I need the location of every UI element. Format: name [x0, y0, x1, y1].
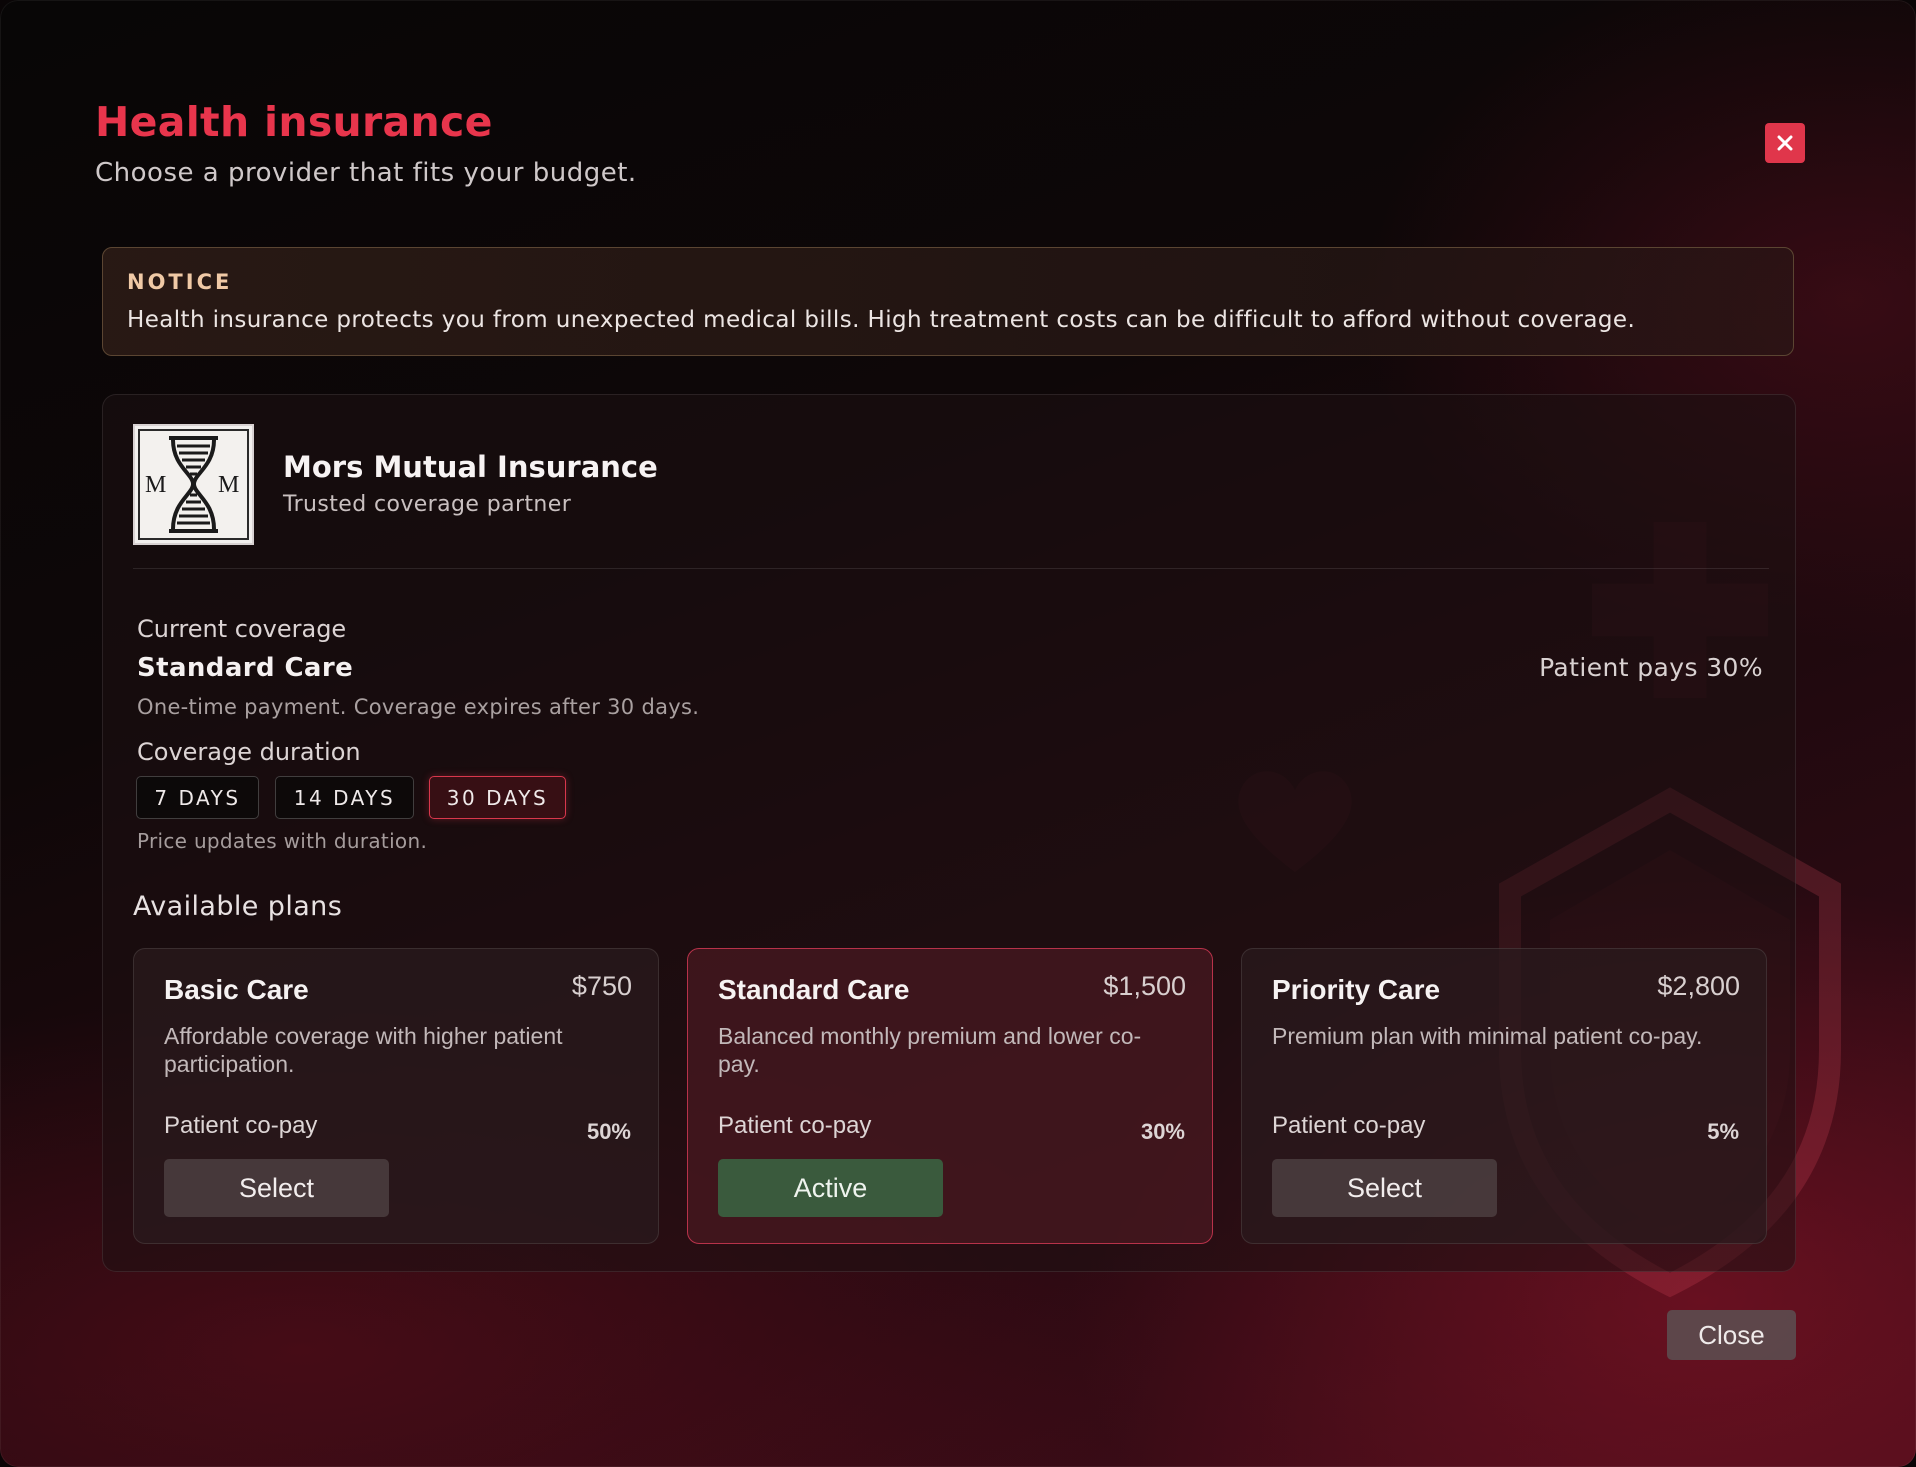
provider-name: Mors Mutual Insurance [283, 450, 658, 484]
notice-banner: NOTICE Health insurance protects you fro… [102, 247, 1794, 356]
plan-copay-value: 30% [1140, 1119, 1185, 1144]
notice-text: Health insurance protects you from unexp… [127, 307, 1636, 333]
duration-30-days-button[interactable]: 30 DAYS [429, 776, 566, 819]
plan-card-basic: Basic Care $750 Affordable coverage with… [133, 948, 659, 1244]
plan-card-standard: Standard Care $1,500 Balanced monthly pr… [687, 948, 1213, 1244]
plan-price: $2,800 [1657, 971, 1740, 1001]
plan-copay-label: Patient co-pay [718, 1112, 872, 1139]
current-plan-description: One-time payment. Coverage expires after… [137, 695, 700, 719]
duration-hint: Price updates with duration. [137, 829, 428, 853]
select-priority-button[interactable]: Select [1272, 1159, 1497, 1217]
patient-pays-text: Patient pays 30% [1539, 653, 1763, 682]
duration-7-days-button[interactable]: 7 DAYS [136, 776, 259, 819]
active-standard-button[interactable]: Active [718, 1159, 943, 1217]
plan-copay-value: 5% [1707, 1119, 1739, 1144]
divider [133, 568, 1769, 569]
plan-price: $1,500 [1103, 971, 1186, 1001]
select-basic-button[interactable]: Select [164, 1159, 389, 1217]
plan-name: Priority Care [1272, 974, 1441, 1005]
plan-description: Balanced monthly premium and lower co-pa… [718, 1023, 1142, 1077]
plan-card-priority: Priority Care $2,800 Premium plan with m… [1241, 948, 1767, 1244]
duration-14-days-button[interactable]: 14 DAYS [275, 776, 414, 819]
plan-name: Basic Care [164, 974, 309, 1005]
plan-description: Premium plan with minimal patient co-pay… [1272, 1023, 1703, 1049]
provider-panel: M M Mors Mutual Insurance Trusted covera… [102, 394, 1796, 1272]
plan-copay-value: 50% [586, 1119, 631, 1144]
svg-text:M: M [218, 472, 239, 498]
current-plan-name: Standard Care [137, 653, 354, 683]
svg-text:M: M [145, 472, 166, 498]
plan-price: $750 [571, 971, 632, 1001]
current-coverage-label: Current coverage [137, 615, 347, 643]
close-button[interactable]: Close [1667, 1310, 1796, 1360]
hourglass-icon: M M [138, 429, 249, 540]
provider-tagline: Trusted coverage partner [283, 492, 572, 517]
close-icon [1777, 135, 1793, 151]
close-x-button[interactable] [1765, 123, 1805, 163]
provider-logo: M M [133, 424, 254, 545]
insurance-dialog: Health insurance Choose a provider that … [0, 0, 1916, 1467]
plan-copay-label: Patient co-pay [164, 1112, 318, 1139]
plan-copay-label: Patient co-pay [1272, 1112, 1426, 1139]
available-plans-label: Available plans [133, 891, 343, 922]
page-title: Health insurance [95, 98, 493, 146]
notice-label: NOTICE [127, 270, 233, 294]
coverage-duration-label: Coverage duration [137, 738, 361, 766]
page-subtitle: Choose a provider that fits your budget. [95, 158, 637, 188]
plan-description: Affordable coverage with higher patient … [164, 1023, 563, 1077]
plan-name: Standard Care [718, 974, 910, 1005]
